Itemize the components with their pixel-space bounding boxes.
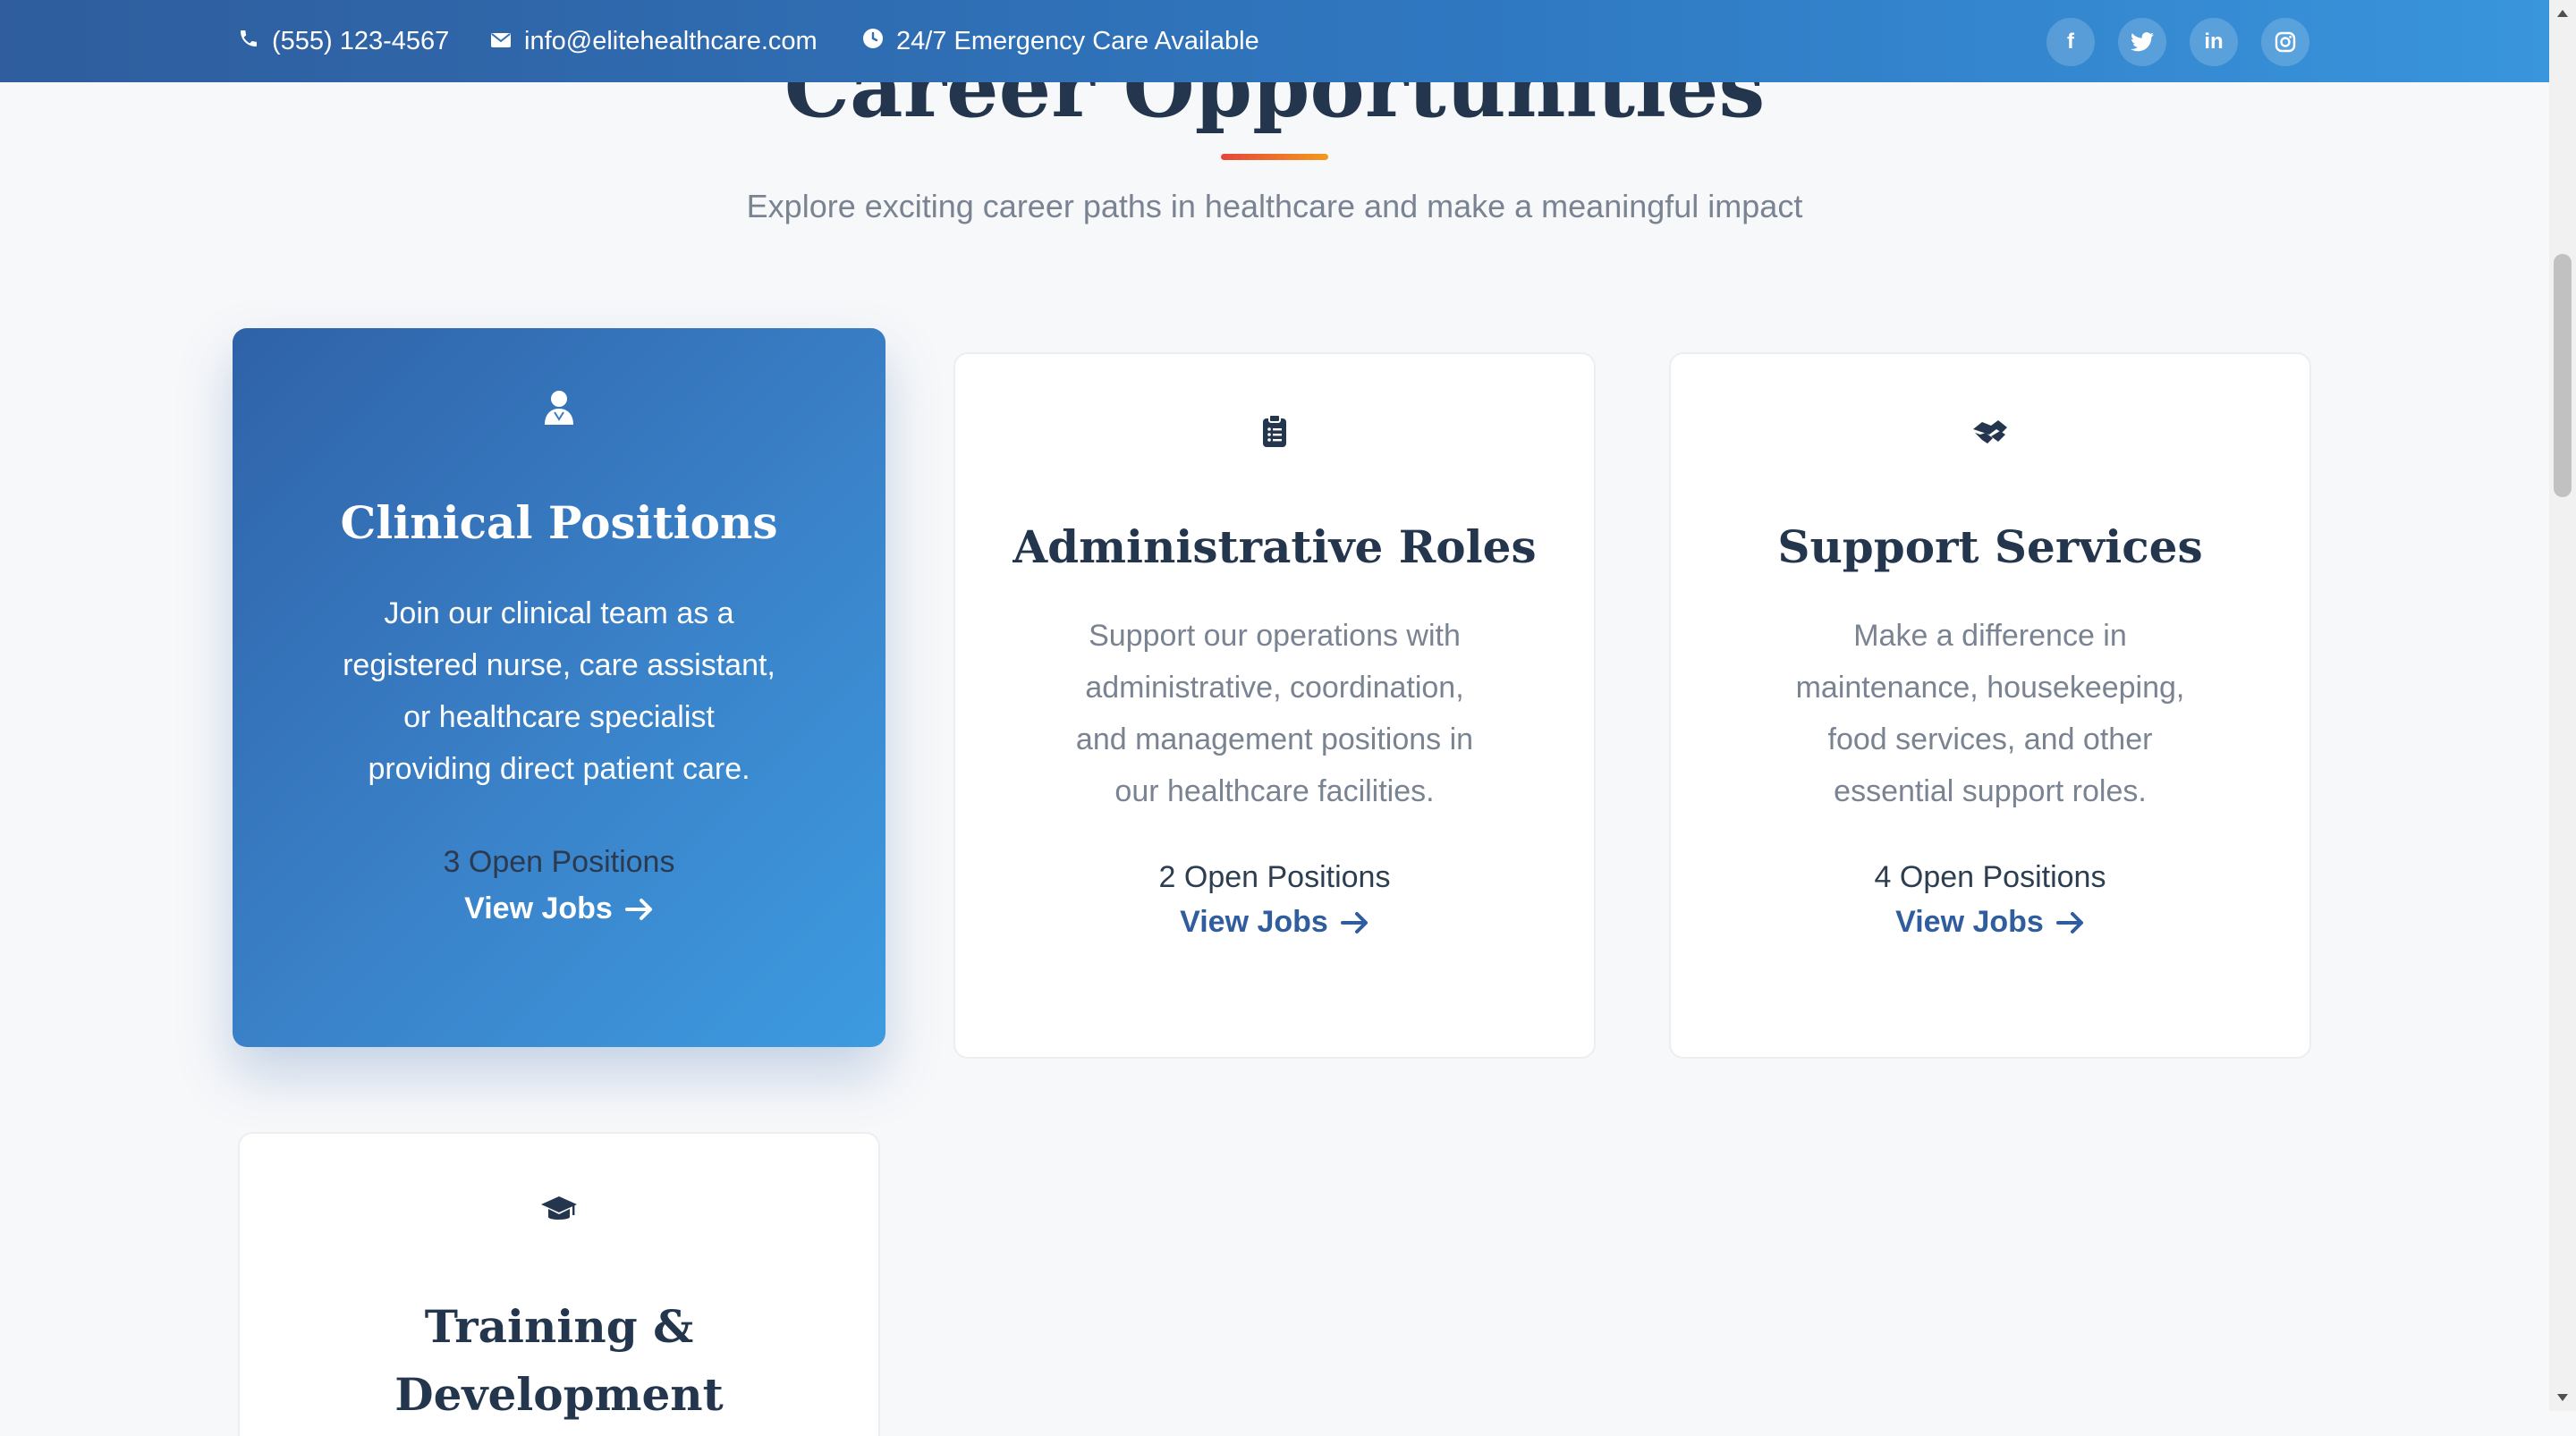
view-jobs-label: View Jobs bbox=[1180, 905, 1328, 939]
view-jobs-label: View Jobs bbox=[464, 891, 613, 925]
open-positions-count: 2 Open Positions bbox=[1158, 860, 1391, 894]
emergency-notice: 24/7 Emergency Care Available bbox=[862, 0, 1259, 82]
career-card-training[interactable]: Training & Development bbox=[238, 1132, 880, 1436]
vertical-scrollbar[interactable] bbox=[2549, 0, 2576, 1411]
linkedin-icon[interactable]: in bbox=[2190, 18, 2238, 66]
card-title: Administrative Roles bbox=[1013, 520, 1537, 573]
arrow-right-icon bbox=[2055, 911, 2083, 933]
career-card-support[interactable]: Support Services Make a difference in ma… bbox=[1669, 352, 2311, 1059]
clock-icon bbox=[862, 27, 896, 56]
card-title: Clinical Positions bbox=[340, 496, 778, 549]
graduation-cap-icon bbox=[240, 1195, 878, 1225]
email-address: info@elitehealthcare.com bbox=[524, 26, 818, 55]
career-card-administrative[interactable]: Administrative Roles Support our operati… bbox=[953, 352, 1596, 1059]
scrollbar-thumb[interactable] bbox=[2554, 254, 2572, 497]
open-positions-count: 4 Open Positions bbox=[1874, 860, 2106, 894]
card-description: Make a difference in maintenance, housek… bbox=[1795, 619, 2185, 808]
view-jobs-link[interactable]: View Jobs bbox=[233, 891, 886, 926]
facebook-icon[interactable]: f bbox=[2046, 18, 2095, 66]
emergency-text: 24/7 Emergency Care Available bbox=[896, 26, 1259, 55]
email-contact[interactable]: info@elitehealthcare.com bbox=[490, 0, 818, 82]
arrow-right-icon bbox=[1340, 911, 1368, 933]
card-title: Training & Development bbox=[394, 1300, 724, 1421]
career-card-clinical[interactable]: Clinical Positions Join our clinical tea… bbox=[233, 328, 886, 1047]
phone-contact[interactable]: (555) 123-4567 bbox=[238, 0, 449, 82]
title-underline bbox=[1221, 154, 1328, 160]
scroll-down-arrow-icon[interactable] bbox=[2549, 1384, 2576, 1411]
card-description: Join our clinical team as a registered n… bbox=[343, 596, 775, 786]
view-jobs-label: View Jobs bbox=[1895, 905, 2044, 939]
open-positions-count: 3 Open Positions bbox=[443, 845, 675, 879]
section-subtitle: Explore exciting career paths in healthc… bbox=[746, 188, 1803, 224]
user-doctor-icon bbox=[233, 389, 886, 425]
card-description: Support our operations with administrati… bbox=[1075, 619, 1474, 808]
envelope-icon bbox=[490, 27, 524, 56]
twitter-icon[interactable] bbox=[2118, 18, 2166, 66]
instagram-icon[interactable] bbox=[2261, 18, 2309, 66]
handshake-icon bbox=[1671, 417, 2309, 447]
arrow-right-icon bbox=[624, 898, 652, 920]
view-jobs-link[interactable]: View Jobs bbox=[1671, 905, 2309, 940]
scroll-up-arrow-icon[interactable] bbox=[2549, 0, 2576, 27]
card-title: Support Services bbox=[1777, 520, 2203, 573]
phone-icon bbox=[238, 27, 272, 56]
top-contact-bar: (555) 123-4567 info@elitehealthcare.com … bbox=[0, 0, 2549, 82]
clipboard-list-icon bbox=[955, 415, 1594, 447]
phone-number: (555) 123-4567 bbox=[272, 26, 450, 55]
view-jobs-link[interactable]: View Jobs bbox=[955, 905, 1594, 940]
